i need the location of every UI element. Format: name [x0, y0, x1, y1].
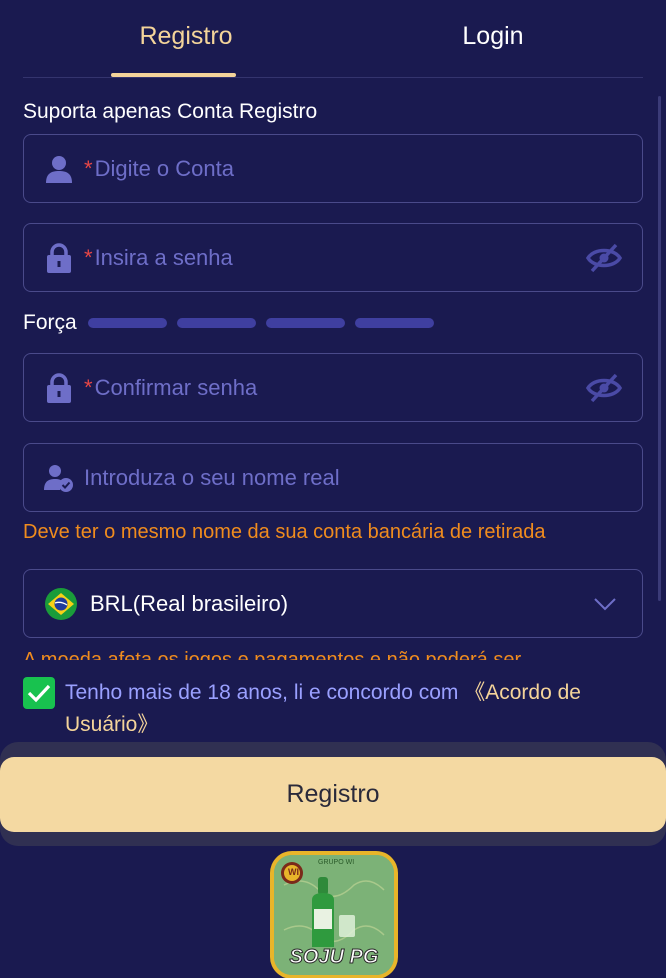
- password-placeholder: *Insira a senha: [84, 244, 233, 270]
- password-field[interactable]: *Insira a senha: [23, 223, 643, 292]
- currency-value: BRL(Real brasileiro): [90, 590, 289, 616]
- strength-bar-4: [355, 318, 434, 328]
- auth-tabs: Registro Login: [23, 0, 643, 78]
- currency-select[interactable]: BRL(Real brasileiro): [23, 569, 643, 638]
- agreement-checkbox[interactable]: [23, 677, 55, 709]
- confirm-placeholder: *Confirmar senha: [84, 374, 258, 400]
- strength-bar-1: [88, 318, 167, 328]
- app-logo: WI GRUPO WI SOJU PG: [270, 851, 398, 978]
- check-icon: [27, 684, 51, 703]
- eye-off-icon[interactable]: [585, 243, 623, 273]
- real-name-placeholder: Introduza o seu nome real: [84, 464, 340, 490]
- support-text: Suporta apenas Conta Registro: [23, 100, 318, 123]
- confirm-password-field[interactable]: *Confirmar senha: [23, 353, 643, 422]
- agreement-text: Tenho mais de 18 anos, li e concordo com…: [65, 681, 581, 736]
- currency-hint: A moeda afeta os jogos e pagamentos e nã…: [23, 649, 522, 660]
- tab-registro[interactable]: Registro: [111, 22, 261, 51]
- real-name-field[interactable]: Introduza o seu nome real: [23, 443, 643, 512]
- strength-bar-2: [177, 318, 256, 328]
- register-button[interactable]: Registro: [0, 757, 666, 832]
- logo-top-text: GRUPO WI: [318, 859, 355, 866]
- account-placeholder: *Digite o Conta: [84, 155, 234, 181]
- logo-artwork: WI GRUPO WI SOJU PG: [274, 855, 394, 975]
- tab-login[interactable]: Login: [418, 22, 568, 51]
- logo-badge: WI: [288, 867, 299, 877]
- lock-icon: [44, 242, 74, 273]
- strength-bar-3: [266, 318, 345, 328]
- lock-icon: [44, 372, 74, 403]
- logo-brand-text: SOJU PG: [289, 946, 379, 969]
- chevron-down-icon[interactable]: [594, 597, 616, 611]
- brazil-flag-icon: [45, 587, 77, 620]
- active-tab-indicator: [111, 73, 236, 77]
- eye-off-icon[interactable]: [585, 373, 623, 403]
- strength-label: Força: [23, 311, 77, 334]
- user-check-icon: [44, 463, 74, 493]
- account-field[interactable]: *Digite o Conta: [23, 134, 643, 203]
- real-name-hint: Deve ter o mesmo nome da sua conta bancá…: [23, 521, 546, 543]
- user-icon: [44, 154, 74, 184]
- scrollbar[interactable]: [658, 96, 661, 601]
